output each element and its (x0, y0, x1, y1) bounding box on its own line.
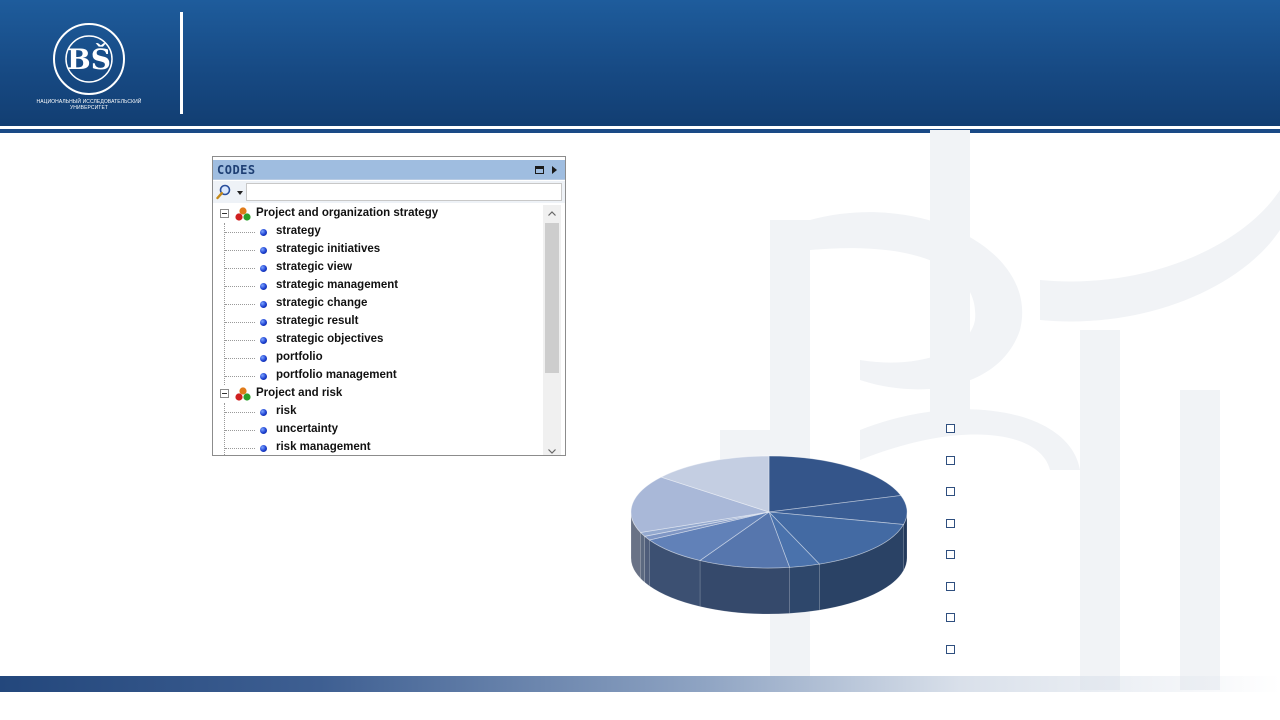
code-item[interactable]: portfolio management (213, 367, 543, 385)
search-dropdown-icon[interactable] (237, 191, 243, 195)
tree-line (225, 448, 255, 449)
code-group-label: Project and risk (256, 387, 343, 399)
collapse-toggle-icon[interactable] (220, 209, 229, 218)
codes-search-input[interactable] (246, 183, 562, 201)
code-dot-icon (260, 301, 267, 308)
pie-slice-side (640, 531, 645, 583)
code-group-icon (235, 207, 251, 221)
header-bar: ВŠ НАЦИОНАЛЬНЫЙ ИССЛЕДОВАТЕЛЬСКИЙ УНИВЕР… (0, 0, 1280, 126)
code-item[interactable]: strategic result (213, 313, 543, 331)
tree-line (225, 358, 255, 359)
code-dot-icon (260, 337, 267, 344)
code-item[interactable]: strategic initiatives (213, 241, 543, 259)
code-label: uncertainty (276, 423, 338, 435)
code-dot-icon (260, 427, 267, 434)
tree-line (225, 322, 255, 323)
legend-marker (946, 487, 955, 496)
code-dot-icon (260, 229, 267, 236)
code-group-row[interactable]: Project and risk (213, 385, 543, 403)
tree-line (225, 250, 255, 251)
codes-scrollbar[interactable] (543, 205, 561, 455)
code-dot-icon (260, 409, 267, 416)
legend-marker (946, 456, 955, 465)
legend-marker (946, 645, 955, 654)
code-label: strategic management (276, 279, 399, 291)
pie-slice-side (789, 563, 820, 614)
codes-search-row (213, 181, 565, 203)
tree-line (225, 412, 255, 413)
tree-line (225, 376, 255, 377)
scroll-up-icon[interactable] (548, 211, 556, 216)
code-group-label: Project and organization strategy (256, 207, 439, 219)
code-label: portfolio (276, 351, 323, 363)
logo-caption: НАЦИОНАЛЬНЫЙ ИССЛЕДОВАТЕЛЬСКИЙ УНИВЕРСИТ… (24, 99, 154, 111)
code-label: strategic initiatives (276, 243, 381, 255)
code-label: strategic change (276, 297, 368, 309)
pie-chart (630, 455, 908, 615)
legend-marker (946, 550, 955, 559)
code-item[interactable]: uncertainty (213, 421, 543, 439)
scroll-down-icon[interactable] (548, 449, 556, 454)
code-item[interactable]: portfolio (213, 349, 543, 367)
codes-panel: CODES Project and organization strategy … (212, 156, 566, 456)
panel-menu-arrow-icon[interactable] (552, 166, 557, 174)
code-label: strategic result (276, 315, 359, 327)
code-label: strategic view (276, 261, 353, 273)
code-item[interactable]: risk (213, 403, 543, 421)
code-item[interactable]: strategy (213, 223, 543, 241)
tree-line (225, 232, 255, 233)
codes-tree: Project and organization strategy strate… (213, 205, 543, 455)
code-item[interactable]: strategic change (213, 295, 543, 313)
code-label: strategy (276, 225, 321, 237)
tree-line (225, 286, 255, 287)
code-dot-icon (260, 319, 267, 326)
search-icon[interactable] (216, 184, 232, 200)
pie-slice-side (644, 535, 650, 587)
code-item[interactable]: strategic view (213, 259, 543, 277)
legend-marker (946, 582, 955, 591)
code-label: portfolio management (276, 369, 397, 381)
code-group-row[interactable]: Project and organization strategy (213, 205, 543, 223)
tree-line (225, 340, 255, 341)
code-item[interactable]: strategic objectives (213, 331, 543, 349)
code-group-icon (235, 387, 251, 401)
tree-line (225, 304, 255, 305)
tree-line (225, 268, 255, 269)
hse-logo: ВŠ (53, 23, 125, 95)
code-dot-icon (260, 247, 267, 254)
svg-text:ВŠ: ВŠ (67, 42, 111, 76)
footer-bar (0, 676, 1280, 692)
code-dot-icon (260, 283, 267, 290)
code-label: strategic objectives (276, 333, 384, 345)
legend-marker (946, 424, 955, 433)
codes-panel-title: CODES (217, 163, 256, 177)
collapse-toggle-icon[interactable] (220, 389, 229, 398)
code-label: risk (276, 405, 297, 417)
legend-marker (946, 613, 955, 622)
logo-caption-line2: УНИВЕРСИТЕТ (69, 105, 109, 111)
code-dot-icon (260, 355, 267, 362)
tree-line (225, 430, 255, 431)
pie-slice-side (699, 560, 790, 615)
codes-panel-header: CODES (213, 160, 565, 180)
code-dot-icon (260, 373, 267, 380)
code-item[interactable]: risk management (213, 439, 543, 455)
maximize-icon[interactable] (535, 166, 544, 174)
header-divider (180, 12, 183, 114)
code-dot-icon (260, 445, 267, 452)
code-dot-icon (260, 265, 267, 272)
code-label: risk management (276, 441, 371, 453)
legend-marker (946, 519, 955, 528)
code-item[interactable]: strategic management (213, 277, 543, 295)
scroll-thumb[interactable] (545, 223, 559, 373)
